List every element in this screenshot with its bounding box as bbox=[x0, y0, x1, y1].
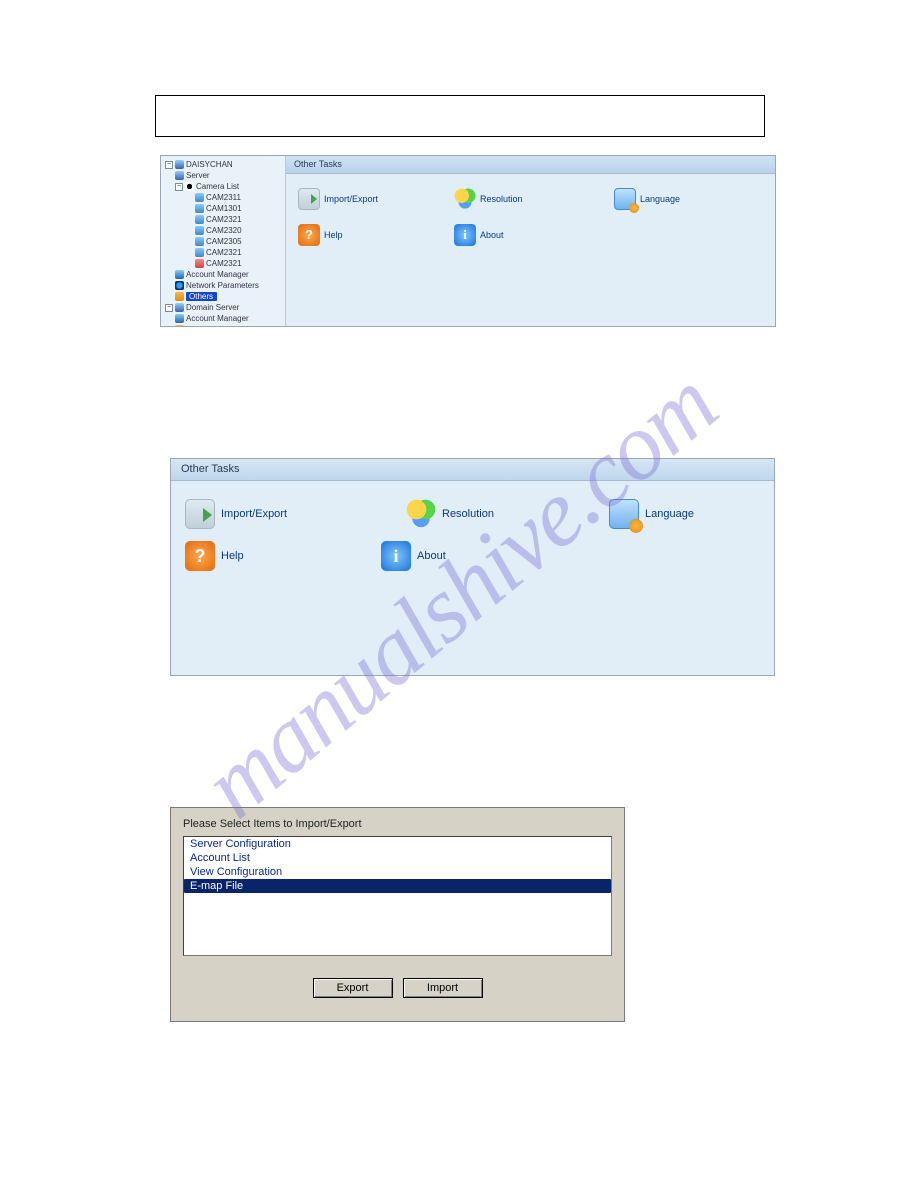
tree-others-label: Others bbox=[186, 292, 217, 301]
import-button[interactable]: Import bbox=[403, 978, 483, 998]
task-resolution[interactable]: Resolution bbox=[454, 188, 523, 210]
help-icon bbox=[298, 224, 320, 246]
dialog-title: Please Select Items to Import/Export bbox=[171, 808, 624, 836]
task-about[interactable]: About bbox=[381, 541, 446, 571]
task-about[interactable]: About bbox=[454, 224, 504, 246]
task-resolution[interactable]: Resolution bbox=[406, 499, 494, 529]
tree-cam[interactable]: CAM2321 bbox=[163, 247, 283, 258]
tree-ds-others-label: Others bbox=[186, 325, 210, 326]
tree-domain-server-label: Domain Server bbox=[186, 303, 239, 312]
camera-icon bbox=[195, 259, 204, 268]
tree-ds-account-manager-label: Account Manager bbox=[186, 314, 249, 323]
tree-cam[interactable]: CAM1301 bbox=[163, 203, 283, 214]
tasks-header: Other Tasks bbox=[171, 459, 774, 481]
tree-cam-label: CAM2321 bbox=[206, 259, 242, 268]
tree-server-label: Server bbox=[186, 171, 210, 180]
task-language[interactable]: Language bbox=[614, 188, 680, 210]
collapse-icon[interactable]: − bbox=[165, 161, 173, 169]
import-export-icon bbox=[298, 188, 320, 210]
import-export-dialog: Please Select Items to Import/Export Ser… bbox=[170, 807, 625, 1022]
tree-root-label: DAISYCHAN bbox=[186, 160, 233, 169]
camera-icon bbox=[195, 193, 204, 202]
list-item[interactable]: Account List bbox=[184, 851, 611, 865]
tree-others[interactable]: Others bbox=[163, 291, 283, 302]
export-button[interactable]: Export bbox=[313, 978, 393, 998]
tree-server[interactable]: Server bbox=[163, 170, 283, 181]
task-label: Import/Export bbox=[221, 508, 287, 520]
language-icon bbox=[614, 188, 636, 210]
camera-icon bbox=[195, 226, 204, 235]
tree-camera-list[interactable]: − Camera List bbox=[163, 181, 283, 192]
task-label: About bbox=[480, 230, 504, 240]
tree-root[interactable]: − DAISYCHAN bbox=[163, 159, 283, 170]
tree-cam-label: CAM2320 bbox=[206, 226, 242, 235]
tree-cam-label: CAM2321 bbox=[206, 248, 242, 257]
task-label: About bbox=[417, 550, 446, 562]
others-icon bbox=[175, 292, 184, 301]
list-item[interactable]: E-map File bbox=[184, 879, 611, 893]
task-import-export[interactable]: Import/Export bbox=[185, 499, 287, 529]
task-label: Import/Export bbox=[324, 194, 378, 204]
tasks-pane: Other Tasks Import/Export Resolution Lan… bbox=[286, 156, 775, 326]
import-export-icon bbox=[185, 499, 215, 529]
camera-list-icon bbox=[185, 182, 194, 191]
server-icon bbox=[175, 160, 184, 169]
task-label: Language bbox=[640, 194, 680, 204]
tree-account-manager-label: Account Manager bbox=[186, 270, 249, 279]
task-help[interactable]: Help bbox=[185, 541, 244, 571]
tree-network-params-label: Network Parameters bbox=[186, 281, 259, 290]
tree-cam-label: CAM2305 bbox=[206, 237, 242, 246]
tree-network-params[interactable]: Network Parameters bbox=[163, 280, 283, 291]
resolution-icon bbox=[406, 499, 436, 529]
camera-icon bbox=[195, 248, 204, 257]
task-label: Resolution bbox=[480, 194, 523, 204]
task-help[interactable]: Help bbox=[298, 224, 343, 246]
tree-domain-server[interactable]: − Domain Server bbox=[163, 302, 283, 313]
empty-box bbox=[155, 95, 765, 137]
tree-cam-label: CAM1301 bbox=[206, 204, 242, 213]
user-icon bbox=[175, 270, 184, 279]
tree-pane[interactable]: − DAISYCHAN Server − Camera List CAM2311… bbox=[161, 156, 286, 326]
user-icon bbox=[175, 314, 184, 323]
network-icon bbox=[175, 281, 184, 290]
help-icon bbox=[185, 541, 215, 571]
tree-cam[interactable]: CAM2311 bbox=[163, 192, 283, 203]
tree-ds-others[interactable]: Others bbox=[163, 324, 283, 326]
tree-cam-label: CAM2321 bbox=[206, 215, 242, 224]
resolution-icon bbox=[454, 188, 476, 210]
task-label: Help bbox=[221, 550, 244, 562]
task-label: Language bbox=[645, 508, 694, 520]
task-label: Help bbox=[324, 230, 343, 240]
collapse-icon[interactable]: − bbox=[175, 183, 183, 191]
list-item[interactable]: View Configuration bbox=[184, 865, 611, 879]
tree-cam[interactable]: CAM2321 bbox=[163, 258, 283, 269]
tree-cam[interactable]: CAM2321 bbox=[163, 214, 283, 225]
list-item[interactable]: Server Configuration bbox=[184, 837, 611, 851]
tree-cam[interactable]: CAM2305 bbox=[163, 236, 283, 247]
import-export-listbox[interactable]: Server Configuration Account List View C… bbox=[183, 836, 612, 956]
camera-icon bbox=[195, 237, 204, 246]
task-language[interactable]: Language bbox=[609, 499, 694, 529]
panel-other-tasks: Other Tasks Import/Export Resolution Lan… bbox=[170, 458, 775, 676]
server-icon bbox=[175, 171, 184, 180]
language-icon bbox=[609, 499, 639, 529]
task-import-export[interactable]: Import/Export bbox=[298, 188, 378, 210]
about-icon bbox=[454, 224, 476, 246]
tasks-header: Other Tasks bbox=[286, 156, 775, 174]
server-icon bbox=[175, 303, 184, 312]
panel-tree-tasks: − DAISYCHAN Server − Camera List CAM2311… bbox=[160, 155, 776, 327]
about-icon bbox=[381, 541, 411, 571]
collapse-icon[interactable]: − bbox=[165, 304, 173, 312]
task-label: Resolution bbox=[442, 508, 494, 520]
tree-ds-account-manager[interactable]: Account Manager bbox=[163, 313, 283, 324]
tree-camera-list-label: Camera List bbox=[196, 182, 239, 191]
tree-account-manager[interactable]: Account Manager bbox=[163, 269, 283, 280]
others-icon bbox=[175, 325, 184, 326]
tree-cam[interactable]: CAM2320 bbox=[163, 225, 283, 236]
camera-icon bbox=[195, 204, 204, 213]
camera-icon bbox=[195, 215, 204, 224]
tree-cam-label: CAM2311 bbox=[206, 193, 241, 202]
